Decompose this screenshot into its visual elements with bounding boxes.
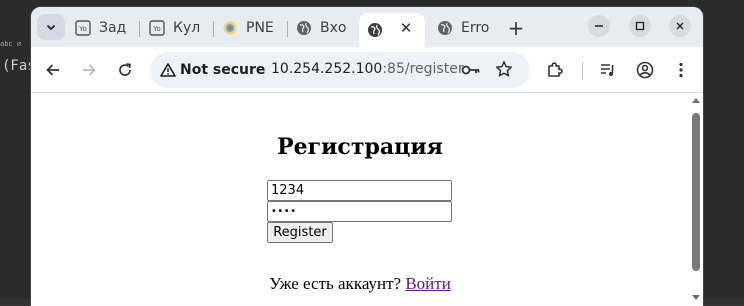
scroll-thumb[interactable] <box>692 113 700 271</box>
page-title: Регистрация <box>277 134 443 160</box>
svg-text:Yo: Yo <box>152 25 161 33</box>
address-bar[interactable]: Not secure 10.254.252.100:85/register <box>150 52 530 88</box>
maximize-button[interactable] <box>629 15 651 37</box>
username-input[interactable] <box>267 180 452 201</box>
scroll-down-arrow-icon[interactable] <box>692 295 700 300</box>
globe-icon <box>437 20 453 36</box>
security-indicator[interactable]: Not secure <box>160 61 265 79</box>
tab-1[interactable]: Yo Зад <box>75 13 133 43</box>
tab-1-label: Зад <box>99 20 127 36</box>
close-tab-button[interactable]: ✕ <box>396 18 416 38</box>
minimize-button[interactable] <box>588 15 610 37</box>
tab-4-label: Вхо <box>320 20 347 36</box>
menu-button[interactable] <box>669 58 693 82</box>
minimize-icon <box>595 25 603 27</box>
close-icon: ✕ <box>399 19 413 37</box>
new-tab-button[interactable]: + <box>505 16 527 40</box>
forward-button[interactable] <box>77 58 101 82</box>
security-label: Not secure <box>180 62 266 78</box>
tab-separator <box>213 21 214 37</box>
vertical-scrollbar[interactable] <box>689 94 703 306</box>
globe-icon <box>367 22 383 38</box>
tab-separator <box>287 21 288 37</box>
tab-6[interactable]: Erro <box>437 13 495 43</box>
toolbar-separator <box>582 62 583 80</box>
login-prompt-line: Уже есть аккаунт? Войти <box>31 274 689 294</box>
password-key-button[interactable] <box>461 61 481 83</box>
warning-icon <box>160 63 176 77</box>
browser-window: Yo Зад Yo Кул PNE Вхо ✕ Erro + Not secur… <box>31 7 703 306</box>
colorful-site-icon <box>222 20 238 36</box>
browser-toolbar: Not secure 10.254.252.100:85/register <box>31 47 703 93</box>
url-port-path: :85/register <box>382 61 464 77</box>
maximize-icon <box>635 21 645 31</box>
arrow-left-icon <box>46 64 59 76</box>
bookmark-button[interactable] <box>495 60 513 82</box>
close-window-button[interactable] <box>669 15 691 37</box>
tab-search-button[interactable] <box>37 14 65 40</box>
back-button[interactable] <box>41 58 65 82</box>
media-controls-button[interactable] <box>596 58 620 82</box>
kebab-menu-icon <box>679 62 683 78</box>
plus-icon: + <box>507 16 525 40</box>
playlist-music-icon <box>601 64 614 76</box>
star-icon <box>495 61 513 77</box>
register-button[interactable]: Register <box>267 222 333 243</box>
url-text[interactable]: 10.254.252.100:85/register <box>271 61 464 77</box>
globe-icon <box>296 20 312 36</box>
tab-strip: Yo Зад Yo Кул PNE Вхо ✕ Erro + <box>31 7 703 47</box>
tab-separator <box>139 21 140 37</box>
password-input[interactable]: •••• <box>267 201 452 222</box>
tab-3-label: PNE <box>246 20 274 36</box>
yo-site-icon: Yo <box>149 20 165 36</box>
profile-button[interactable] <box>633 58 657 82</box>
account-icon <box>636 61 654 79</box>
reload-icon <box>119 63 131 76</box>
tab-3[interactable]: PNE <box>222 13 282 43</box>
reload-button[interactable] <box>113 58 137 82</box>
extensions-button[interactable] <box>543 58 567 82</box>
url-host: 10.254.252.100 <box>271 61 383 77</box>
tab-4[interactable]: Вхо <box>296 13 358 43</box>
key-icon <box>461 65 480 75</box>
chevron-down-icon <box>46 24 56 31</box>
tab-6-label: Erro <box>461 20 490 36</box>
tab-2[interactable]: Yo Кул <box>149 13 207 43</box>
close-icon <box>676 22 684 30</box>
puzzle-icon <box>548 62 563 77</box>
yo-site-icon: Yo <box>75 20 91 36</box>
login-link[interactable]: Войти <box>405 274 450 293</box>
svg-text:Yo: Yo <box>78 25 87 33</box>
arrow-right-icon <box>83 64 96 76</box>
page-viewport: Регистрация •••• Register Уже есть аккау… <box>31 94 703 306</box>
tab-2-label: Кул <box>173 20 201 36</box>
login-prompt-text: Уже есть аккаунт? <box>269 274 402 293</box>
scroll-up-arrow-icon[interactable] <box>692 98 700 103</box>
terminal-fragment-top: abc ⌀ <box>0 40 22 48</box>
